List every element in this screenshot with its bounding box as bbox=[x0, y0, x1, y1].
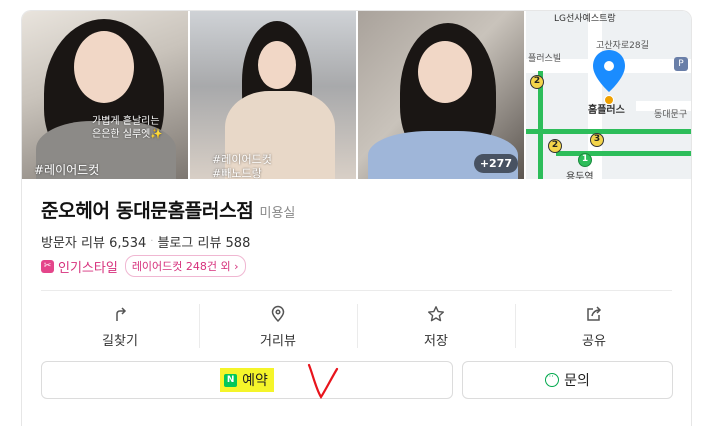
popular-style-row: ✂ 인기스타일 레이어드컷 248건 외 › bbox=[41, 255, 246, 277]
photo-1-caption: 가볍게 흩날리는 은은한 실루엣✨ bbox=[92, 116, 163, 140]
title-row: 준오헤어 동대문홈플러스점 미용실 bbox=[41, 196, 295, 223]
place-card: 가볍게 흩날리는 은은한 실루엣✨ #레이어드컷 #레이어드컷 #빼노드랑 +2… bbox=[21, 10, 692, 426]
subway-stop-2b: 2 bbox=[548, 139, 562, 153]
share-icon bbox=[584, 304, 604, 324]
inquiry-button[interactable]: 문의 bbox=[462, 361, 673, 399]
popular-style-pill-text: 레이어드컷 248건 외 bbox=[131, 260, 231, 273]
review-summary: 방문자 리뷰 6,534 · 블로그 리뷰 588 bbox=[41, 232, 250, 251]
popular-style-label: 인기스타일 bbox=[58, 260, 118, 276]
save-button[interactable]: 저장 bbox=[357, 298, 515, 354]
red-annotation-mark bbox=[307, 363, 339, 400]
map-label-left: 플러스빌 bbox=[528, 54, 562, 64]
map-label-top: LG선사예스트랑 bbox=[554, 14, 616, 24]
chevron-right-icon: › bbox=[234, 260, 239, 273]
map-label-bottom: 용두역 bbox=[566, 172, 594, 179]
naver-n-icon: N bbox=[224, 373, 238, 387]
photo-1[interactable]: 가볍게 흩날리는 은은한 실루엣✨ #레이어드컷 bbox=[22, 11, 188, 179]
photo-strip: 가볍게 흩날리는 은은한 실루엣✨ #레이어드컷 #레이어드컷 #빼노드랑 +2… bbox=[22, 11, 691, 179]
reserve-label: 예약 bbox=[242, 373, 268, 389]
share-button[interactable]: 공유 bbox=[515, 298, 673, 354]
photo-3[interactable]: +277 bbox=[358, 11, 524, 179]
more-photos-badge[interactable]: +277 bbox=[473, 154, 518, 173]
location-pin-outline-icon bbox=[268, 304, 288, 324]
subway-stop-2a: 2 bbox=[530, 75, 544, 89]
inquiry-label: 문의 bbox=[564, 373, 590, 389]
street-view-label: 거리뷰 bbox=[260, 333, 296, 349]
save-label: 저장 bbox=[424, 333, 448, 349]
subway-stop-3: 3 bbox=[590, 133, 604, 147]
directions-label: 길찾기 bbox=[102, 333, 138, 349]
directions-button[interactable]: 길찾기 bbox=[41, 298, 199, 354]
photo-2[interactable]: #레이어드컷 #빼노드랑 bbox=[190, 11, 356, 179]
subway-stop-1: 1 bbox=[578, 153, 592, 167]
share-label: 공유 bbox=[582, 333, 606, 349]
star-icon bbox=[426, 304, 446, 324]
divider bbox=[41, 290, 672, 291]
place-category: 미용실 bbox=[259, 206, 296, 221]
reserve-button[interactable]: N 예약 bbox=[41, 361, 453, 399]
photo-1-tag: #레이어드컷 bbox=[34, 163, 100, 177]
location-pin-icon bbox=[593, 50, 625, 92]
separator-dot: · bbox=[150, 236, 154, 247]
popular-style-pill[interactable]: 레이어드컷 248건 외 › bbox=[124, 255, 246, 277]
directions-icon bbox=[110, 304, 130, 324]
chat-icon bbox=[545, 370, 560, 387]
action-bar: 길찾기 거리뷰 저장 공유 bbox=[41, 298, 673, 354]
map-label-right: 동대문구 bbox=[654, 110, 688, 120]
pin-dot bbox=[604, 95, 614, 105]
popular-style-icon: ✂ bbox=[41, 259, 54, 273]
blog-reviews-link[interactable]: 블로그 리뷰 588 bbox=[157, 232, 250, 251]
photo-2-caption-2: #빼노드랑 bbox=[212, 167, 262, 179]
parking-icon: P bbox=[674, 57, 688, 71]
place-name[interactable]: 준오헤어 동대문홈플러스점 bbox=[41, 196, 254, 223]
reserve-highlight: N 예약 bbox=[220, 368, 274, 392]
map-thumbnail[interactable]: LG선사예스트랑 고산자로28길 플러스빌 홈플러스 동대문구 용두역 2 2 … bbox=[526, 11, 691, 179]
visitor-reviews-link[interactable]: 방문자 리뷰 6,534 bbox=[41, 232, 146, 251]
street-view-button[interactable]: 거리뷰 bbox=[199, 298, 357, 354]
